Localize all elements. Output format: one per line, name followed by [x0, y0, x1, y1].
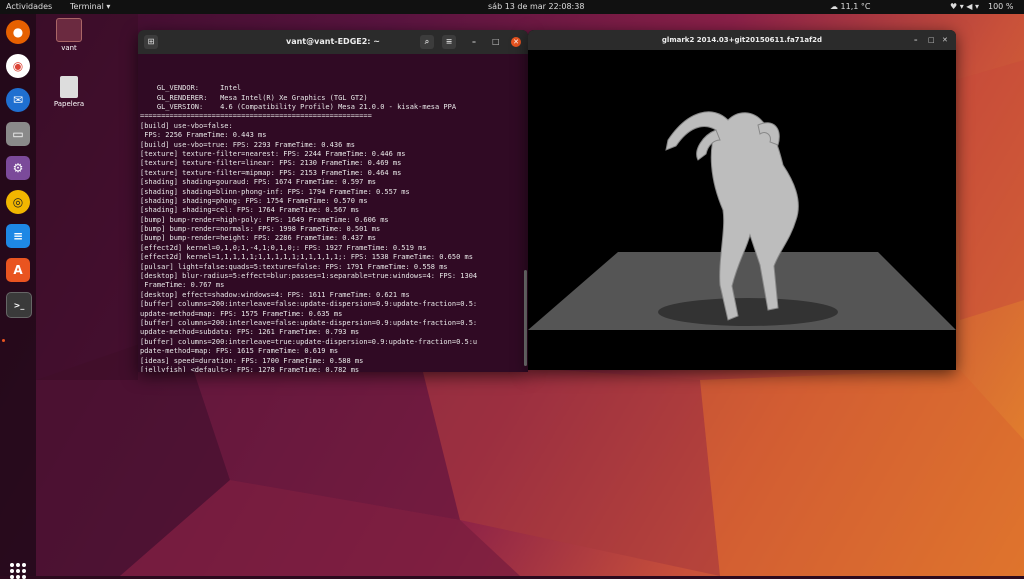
files-icon[interactable]: ▭ [6, 122, 30, 146]
terminal-window[interactable]: ⊞ vant@vant-EDGE2: ~ ⌕ ≡ – □ ✕ GL_VENDOR… [138, 30, 528, 372]
close-icon[interactable]: ✕ [942, 30, 948, 50]
app-menu[interactable]: Terminal ▾ [70, 0, 110, 14]
top-bar: Actividades Terminal ▾ sáb 13 de mar 22:… [0, 0, 1024, 14]
terminal-line: [effect2d] kernel=0,1,0;1,-4,1;0,1,0;: F… [140, 243, 427, 252]
desktop-home-folder[interactable]: vant [44, 18, 94, 52]
desktop-trash[interactable]: Papelera [44, 76, 94, 108]
terminal-line: GL_RENDERER: Mesa Intel(R) Xe Graphics (… [140, 93, 368, 102]
terminal-line: [buffer] columns=200:interleave=false:up… [140, 300, 478, 309]
glmark-titlebar[interactable]: glmark2 2014.03+git20150611.fa71af2d – □… [528, 30, 956, 50]
settings-icon[interactable]: ⚙ [6, 156, 30, 180]
terminal-line: update-method=subdata: FPS: 1261 FrameTi… [140, 328, 360, 337]
close-icon[interactable]: ✕ [511, 37, 521, 47]
trash-label: Papelera [53, 100, 85, 108]
terminal-line: update-method=map: FPS: 1575 FrameTime: … [140, 309, 343, 318]
glmark-window[interactable]: glmark2 2014.03+git20150611.fa71af2d – □… [528, 30, 956, 370]
terminal-line: [build] use-vbo=true: FPS: 2293 FrameTim… [140, 140, 355, 149]
minimize-icon[interactable]: – [472, 30, 476, 54]
terminal-scrollbar[interactable] [524, 270, 527, 366]
terminal-titlebar[interactable]: ⊞ vant@vant-EDGE2: ~ ⌕ ≡ – □ ✕ [138, 30, 528, 54]
glmark-title: glmark2 2014.03+git20150611.fa71af2d [661, 36, 823, 44]
maximize-icon[interactable]: □ [928, 30, 935, 50]
terminal-output[interactable]: GL_VENDOR: Intel GL_RENDERER: Mesa Intel… [138, 54, 528, 372]
chrome-icon[interactable]: ◉ [6, 54, 30, 78]
show-applications-button[interactable] [10, 563, 26, 579]
terminal-line: GL_VENDOR: Intel [140, 84, 242, 93]
terminal-title: vant@vant-EDGE2: ~ [286, 37, 380, 46]
terminal-line: [shading] shading=phong: FPS: 1754 Frame… [140, 196, 368, 205]
running-indicator [2, 339, 5, 342]
horse-shadow [658, 298, 838, 326]
home-folder-icon [56, 18, 82, 42]
terminal-line: [buffer] columns=200:interleave=true:upd… [140, 337, 478, 346]
terminal-line: [build] use-vbo=false: [140, 121, 233, 130]
terminal-line: [buffer] columns=200:interleave=false:up… [140, 318, 478, 327]
terminal-line: [texture] texture-filter=mipmap: FPS: 21… [140, 168, 402, 177]
terminal-icon[interactable]: >_ [6, 292, 32, 318]
maximize-icon[interactable]: □ [492, 30, 500, 54]
thunderbird-icon[interactable]: ✉ [6, 88, 30, 112]
terminal-line: pdate-method=map: FPS: 1615 FrameTime: 0… [140, 347, 339, 356]
terminal-line: [ideas] speed=duration: FPS: 1700 FrameT… [140, 356, 364, 365]
weather-indicator[interactable]: ☁ 11,1 °C [830, 0, 870, 14]
terminal-line: [desktop] effect=shadow:windows=4: FPS: … [140, 290, 410, 299]
terminal-line: [shading] shading=gouraud: FPS: 1674 Fra… [140, 178, 377, 187]
terminal-line: GL_VERSION: 4.6 (Compatibility Profile) … [140, 103, 457, 111]
terminal-line: [pulsar] light=false:quads=5:texture=fal… [140, 262, 448, 271]
dock: ● ◉ ✉ ▭ ⚙ ◎ ≡ A >_ [0, 14, 36, 579]
terminal-line: [texture] texture-filter=linear: FPS: 21… [140, 159, 402, 168]
battery-indicator[interactable]: 100 % [988, 0, 1013, 14]
minimize-icon[interactable]: – [914, 30, 918, 50]
clock[interactable]: sáb 13 de mar 22:08:38 [488, 0, 584, 14]
home-folder-label: vant [61, 44, 77, 52]
terminal-line: [bump] bump-render=height: FPS: 2286 Fra… [140, 234, 377, 243]
trash-icon [60, 76, 78, 98]
rhythmbox-icon[interactable]: ◎ [6, 190, 30, 214]
search-icon[interactable]: ⌕ [420, 35, 434, 49]
new-tab-icon[interactable]: ⊞ [144, 35, 158, 49]
terminal-line: [effect2d] kernel=1,1,1,1,1;1,1,1,1,1;1,… [140, 253, 473, 262]
system-tray-icons[interactable]: ♥ ▾ ◀ ▾ [950, 0, 979, 14]
terminal-line: [bump] bump-render=normals: FPS: 1998 Fr… [140, 225, 381, 234]
activities-button[interactable]: Actividades [6, 0, 52, 14]
firefox-icon[interactable]: ● [6, 20, 30, 44]
terminal-line: [shading] shading=blinn-phong-inf: FPS: … [140, 187, 410, 196]
hamburger-menu-icon[interactable]: ≡ [442, 35, 456, 49]
terminal-line: [texture] texture-filter=nearest: FPS: 2… [140, 149, 406, 158]
terminal-line: [desktop] blur-radius=5:effect=blur:pass… [140, 272, 478, 281]
software-icon[interactable]: A [6, 258, 30, 282]
terminal-line: [bump] bump-render=high-poly: FPS: 1649 … [140, 215, 389, 224]
glmark-render-canvas [528, 50, 956, 370]
writer-icon[interactable]: ≡ [6, 224, 30, 248]
terminal-line: FPS: 2256 FrameTime: 0.443 ms [140, 131, 267, 140]
terminal-line: ========================================… [140, 112, 372, 121]
terminal-line: FrameTime: 0.767 ms [140, 281, 225, 290]
terminal-line: [jellyfish] <default>: FPS: 1278 FrameTi… [140, 365, 360, 372]
terminal-line: [shading] shading=cel: FPS: 1764 FrameTi… [140, 206, 360, 215]
